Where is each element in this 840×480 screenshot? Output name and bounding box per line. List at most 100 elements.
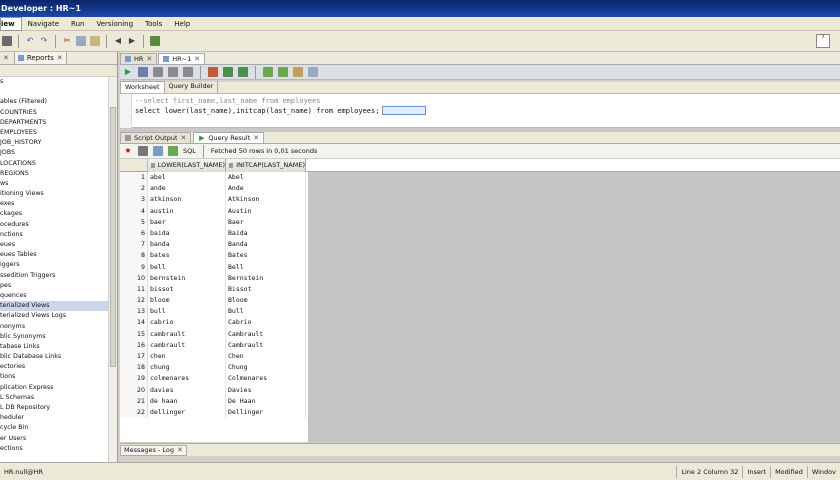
cell-lower[interactable]: colmenares xyxy=(148,373,226,385)
menu-navigate[interactable]: Navigate xyxy=(22,17,65,31)
tree-scrollbar[interactable] xyxy=(108,77,117,462)
close-icon[interactable]: ✕ xyxy=(3,52,9,64)
cell-lower[interactable]: banda xyxy=(148,239,226,251)
tab-hr-1[interactable]: HR~1 ✕ xyxy=(158,53,206,64)
cell-initcap[interactable]: Banda xyxy=(226,239,306,251)
tree-item[interactable]: blic Database Links xyxy=(0,352,117,362)
tree-item[interactable]: JOB_HISTORY xyxy=(0,138,117,148)
sql-editor[interactable]: --select first_name,last_name from emplo… xyxy=(120,94,840,128)
commit-icon[interactable] xyxy=(153,67,163,77)
export-icon[interactable] xyxy=(168,146,178,156)
print-icon[interactable] xyxy=(138,146,148,156)
tree-item[interactable]: ocedures xyxy=(0,220,117,230)
tree-item[interactable]: s xyxy=(0,77,117,87)
eraser-icon[interactable] xyxy=(293,67,303,77)
cell-lower[interactable]: bull xyxy=(148,306,226,318)
tree-item[interactable]: REGIONS xyxy=(0,169,117,179)
cell-lower[interactable]: baida xyxy=(148,227,226,240)
menu-run[interactable]: Run xyxy=(65,17,90,31)
menu-view[interactable]: iew xyxy=(0,16,22,31)
tab-query-builder[interactable]: Query Builder xyxy=(165,81,219,93)
cell-initcap[interactable]: Bernstein xyxy=(226,272,306,284)
cell-lower[interactable]: abel xyxy=(148,172,226,184)
tree-item[interactable]: COUNTRIES xyxy=(0,108,117,118)
column-header-initcap[interactable]: INITCAP(LAST_NAME) xyxy=(226,159,306,172)
cell-initcap[interactable]: Chung xyxy=(226,362,306,374)
tree-item[interactable]: plication Express xyxy=(0,383,117,393)
format-icon[interactable] xyxy=(263,67,273,77)
cell-initcap[interactable]: Chen xyxy=(226,351,306,363)
tab-reports[interactable]: Reports ✕ xyxy=(13,52,67,64)
tree-item[interactable]: exes xyxy=(0,199,117,209)
cell-initcap[interactable]: Ande xyxy=(226,183,306,195)
run-script-icon[interactable] xyxy=(138,67,148,77)
close-icon[interactable]: ✕ xyxy=(146,55,152,63)
cell-initcap[interactable]: Abel xyxy=(226,172,306,184)
sql-link[interactable]: SQL xyxy=(183,147,196,155)
tab-connections[interactable]: ✕ xyxy=(0,52,12,64)
tree-item[interactable]: iggers xyxy=(0,260,117,270)
cell-lower[interactable]: chung xyxy=(148,362,226,374)
tab-worksheet[interactable]: Worksheet xyxy=(120,81,165,93)
scrollbar-thumb[interactable] xyxy=(110,107,116,367)
tree-item[interactable]: ables (Filtered) xyxy=(0,97,117,107)
tree-item[interactable]: itioning Views xyxy=(0,189,117,199)
tree-item[interactable]: ckages xyxy=(0,209,117,219)
cell-initcap[interactable]: Cabrio xyxy=(226,317,306,329)
cell-lower[interactable]: bell xyxy=(148,261,226,273)
cut-icon[interactable]: ✂ xyxy=(62,36,72,46)
cell-lower[interactable]: de haan xyxy=(148,395,226,407)
cell-initcap[interactable]: Cambrault xyxy=(226,339,306,351)
cell-lower[interactable]: dellinger xyxy=(148,406,226,419)
cell-initcap[interactable]: Bloom xyxy=(226,295,306,307)
uppercase-icon[interactable] xyxy=(278,67,288,77)
tree-item[interactable]: ssedition Triggers xyxy=(0,271,117,281)
menu-tools[interactable]: Tools xyxy=(139,17,168,31)
back-icon[interactable]: ◀ xyxy=(113,36,123,46)
tree-item[interactable]: ectories xyxy=(0,362,117,372)
tree-item[interactable]: ections xyxy=(0,444,117,454)
tree-item[interactable]: er Users xyxy=(0,434,117,444)
tree-item[interactable]: EMPLOYEES xyxy=(0,128,117,138)
cell-initcap[interactable]: Bull xyxy=(226,306,306,318)
cell-lower[interactable]: bates xyxy=(148,250,226,262)
open-icon[interactable] xyxy=(2,36,12,46)
cell-initcap[interactable]: Davies xyxy=(226,384,306,396)
tree-item[interactable]: tabase Links xyxy=(0,342,117,352)
cell-initcap[interactable]: De Haan xyxy=(226,395,306,407)
cell-lower[interactable]: austin xyxy=(148,205,226,217)
tree-item[interactable]: quences xyxy=(0,291,117,301)
tree-item[interactable]: nonyms xyxy=(0,322,117,332)
cell-initcap[interactable]: Colmenares xyxy=(226,373,306,385)
close-icon[interactable]: ✕ xyxy=(57,52,63,64)
tree-item[interactable]: DEPARTMENTS xyxy=(0,118,117,128)
clear-icon[interactable] xyxy=(223,67,233,77)
tree-item[interactable]: JOBS xyxy=(0,148,117,158)
tree-item[interactable]: cycle Bin xyxy=(0,423,117,433)
menu-help[interactable]: Help xyxy=(168,17,196,31)
run-statement-icon[interactable]: ▶ xyxy=(123,67,133,77)
tree-item[interactable]: blic Synonyms xyxy=(0,332,117,342)
menu-versioning[interactable]: Versioning xyxy=(90,17,139,31)
tree-item[interactable]: heduler xyxy=(0,413,117,423)
close-icon[interactable]: ✕ xyxy=(181,134,187,142)
cell-initcap[interactable]: Bissot xyxy=(226,283,306,296)
redo-icon[interactable]: ↷ xyxy=(39,36,49,46)
cell-lower[interactable]: ande xyxy=(148,183,226,195)
sql-tuning-icon[interactable] xyxy=(308,67,318,77)
cell-lower[interactable]: bloom xyxy=(148,295,226,307)
tab-query-result[interactable]: ▶ Query Result ✕ xyxy=(193,132,265,143)
explain-icon[interactable] xyxy=(183,67,193,77)
tree-item[interactable]: L Schemas xyxy=(0,393,117,403)
cell-lower[interactable]: davies xyxy=(148,384,226,396)
cell-lower[interactable]: cambrault xyxy=(148,328,226,340)
tree-item[interactable]: terialized Views Logs xyxy=(0,311,117,321)
cell-lower[interactable]: cambrault xyxy=(148,339,226,351)
cell-initcap[interactable]: Baer xyxy=(226,216,306,228)
cell-initcap[interactable]: Cambrault xyxy=(226,328,306,340)
help-logo-icon[interactable]: ? xyxy=(816,34,830,48)
rollback-icon[interactable] xyxy=(168,67,178,77)
sql-worksheet-icon[interactable] xyxy=(150,36,160,46)
tab-hr[interactable]: HR ✕ xyxy=(120,53,158,64)
refresh-icon[interactable] xyxy=(153,146,163,156)
